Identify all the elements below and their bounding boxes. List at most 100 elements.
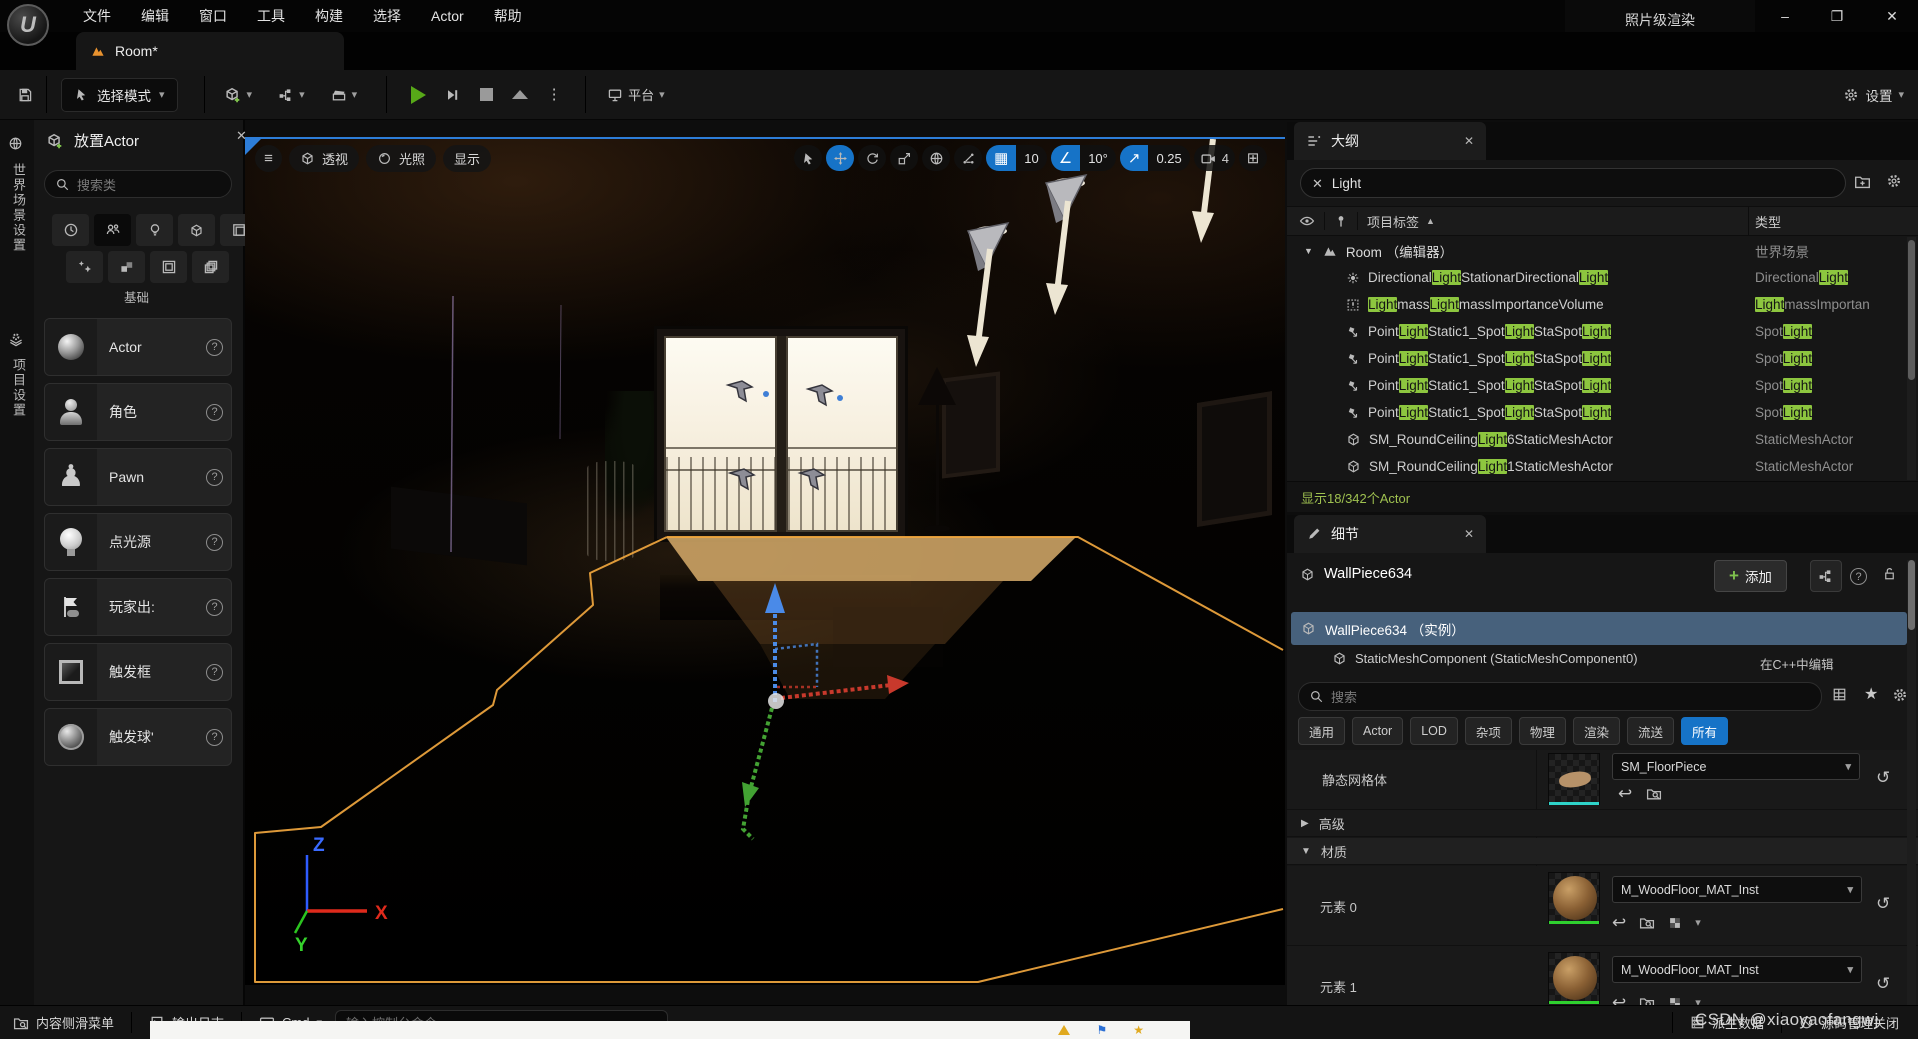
help-circle-icon[interactable]: ? xyxy=(206,664,223,681)
outliner-search-input[interactable]: ✕ Light xyxy=(1300,168,1846,198)
chevron-down-icon[interactable]: ▾ xyxy=(1695,996,1701,1005)
help-circle-icon[interactable]: ? xyxy=(206,404,223,421)
help-circle-icon[interactable]: ? xyxy=(206,599,223,616)
outliner-row-7[interactable]: SM_RoundCeilingLight1StaticMeshActor Sta… xyxy=(1290,453,1910,480)
details-settings-icon[interactable] xyxy=(1892,687,1908,703)
filter-chip-流送[interactable]: 流送 xyxy=(1627,717,1674,745)
select-tool-button[interactable] xyxy=(794,145,822,171)
category-all-button[interactable] xyxy=(192,251,229,283)
outliner-row-5[interactable]: PointLightStatic1_SpotLightStaSpotLight … xyxy=(1290,399,1910,426)
checker-icon[interactable] xyxy=(1668,996,1682,1006)
unreal-logo-icon[interactable]: U xyxy=(7,4,49,46)
help-circle-icon[interactable]: ? xyxy=(206,729,223,746)
details-scrollbar[interactable] xyxy=(1908,560,1915,630)
menu-item-3[interactable]: 工具 xyxy=(242,0,300,32)
angle-snap-value[interactable]: 10° xyxy=(1080,145,1116,171)
editor-mode-dropdown[interactable]: 选择模式 ▾ xyxy=(61,78,178,112)
play-options-button[interactable]: ⋮ xyxy=(537,78,571,112)
outliner-row-0[interactable]: DirectionalLightStationarDirectionalLigh… xyxy=(1290,264,1910,291)
scale-tool-button[interactable] xyxy=(890,145,918,171)
filter-chip-LOD[interactable]: LOD xyxy=(1410,717,1458,745)
settings-dropdown[interactable]: 设置 ▾ xyxy=(1843,85,1904,105)
caret-down-icon[interactable]: ▼ xyxy=(1304,246,1313,256)
content-drawer-button[interactable]: 内容侧滑菜单 xyxy=(0,1006,127,1039)
use-asset-icon[interactable]: ↩ xyxy=(1618,785,1632,802)
outliner-settings-icon[interactable] xyxy=(1886,173,1902,189)
category-basic-button[interactable] xyxy=(94,214,131,246)
menu-item-2[interactable]: 窗口 xyxy=(184,0,242,32)
details-tab[interactable]: 细节 ✕ xyxy=(1294,515,1486,553)
viewport-lit-dropdown[interactable]: 光照 xyxy=(366,145,436,172)
project-settings-icon[interactable] xyxy=(8,332,24,348)
add-actor-dropdown[interactable]: ▾ xyxy=(217,78,260,112)
project-settings-tab[interactable]: 项目设置 xyxy=(9,358,28,418)
pin-column-icon[interactable] xyxy=(1334,214,1348,228)
help-circle-icon[interactable]: ? xyxy=(206,534,223,551)
play-button[interactable] xyxy=(401,78,435,112)
use-asset-icon[interactable]: ↩ xyxy=(1612,914,1626,931)
type-column-header[interactable]: 类型 xyxy=(1755,212,1781,231)
category-recent-button[interactable] xyxy=(52,214,89,246)
rotate-tool-button[interactable] xyxy=(858,145,886,171)
filter-chip-物理[interactable]: 物理 xyxy=(1519,717,1566,745)
reset-icon[interactable]: ↺ xyxy=(1876,894,1890,914)
minimize-button[interactable]: – xyxy=(1760,0,1810,32)
outliner-row-4[interactable]: PointLightStatic1_SpotLightStaSpotLight … xyxy=(1290,372,1910,399)
filter-chip-杂项[interactable]: 杂项 xyxy=(1465,717,1512,745)
browse-icon[interactable] xyxy=(1639,915,1655,931)
frame-skip-button[interactable] xyxy=(435,78,469,112)
world-settings-icon[interactable] xyxy=(8,136,23,151)
outliner-row-6[interactable]: SM_RoundCeilingLight6StaticMeshActor Sta… xyxy=(1290,426,1910,453)
browse-icon[interactable] xyxy=(1646,786,1662,802)
category-shapes-button[interactable] xyxy=(178,214,215,246)
camera-speed-control[interactable]: 4 xyxy=(1194,145,1235,171)
advanced-row[interactable]: ▶ 高级 xyxy=(1287,810,1918,837)
component-tree-selected-row[interactable]: WallPiece634 （实例） xyxy=(1291,612,1907,645)
quad-view-button[interactable]: ⊞ xyxy=(1239,145,1267,171)
viewport-menu-button[interactable]: ≡ xyxy=(255,145,282,172)
outliner-tab[interactable]: 大纲 ✕ xyxy=(1294,122,1486,160)
move-tool-button[interactable] xyxy=(826,145,854,171)
scale-snap-value[interactable]: 0.25 xyxy=(1148,145,1189,171)
viewport-show-dropdown[interactable]: 显示 xyxy=(443,145,491,172)
filter-chip-通用[interactable]: 通用 xyxy=(1298,717,1345,745)
reset-icon[interactable]: ↺ xyxy=(1876,768,1890,788)
outliner-row-1[interactable]: LightmassLightmassImportanceVolume Light… xyxy=(1290,291,1910,318)
scale-snap-control[interactable]: ↗ 0.25 xyxy=(1120,145,1190,171)
eye-column-icon[interactable] xyxy=(1299,213,1315,229)
add-folder-icon[interactable] xyxy=(1854,173,1871,190)
category-volumes-button[interactable] xyxy=(150,251,187,283)
chevron-down-icon[interactable]: ▾ xyxy=(1695,916,1701,929)
static-mesh-dropdown[interactable]: SM_FloorPiece▾ xyxy=(1612,753,1860,780)
use-asset-icon[interactable]: ↩ xyxy=(1612,994,1626,1005)
materials-row[interactable]: ▼ 材质 xyxy=(1287,838,1918,865)
outliner-row-2[interactable]: PointLightStatic1_SpotLightStaSpotLight … xyxy=(1290,318,1910,345)
platforms-dropdown[interactable]: 平台 ▾ xyxy=(600,78,672,112)
menu-item-7[interactable]: 帮助 xyxy=(479,0,537,32)
place-item-角色[interactable]: 角色 ? xyxy=(44,383,232,441)
blueprint-convert-button[interactable] xyxy=(1810,560,1842,592)
save-button[interactable] xyxy=(8,78,42,112)
place-item-触发框[interactable]: 触发框 ? xyxy=(44,643,232,701)
grid-snap-control[interactable]: ▦ 10 xyxy=(986,145,1047,171)
outliner-close-icon[interactable]: ✕ xyxy=(1464,134,1474,148)
close-button[interactable]: ✕ xyxy=(1866,0,1918,32)
material-thumbnail[interactable] xyxy=(1548,872,1600,924)
world-space-button[interactable] xyxy=(922,145,950,171)
add-component-button[interactable]: + 添加 xyxy=(1714,560,1787,592)
filter-chip-所有[interactable]: 所有 xyxy=(1681,717,1728,745)
viewport-perspective-dropdown[interactable]: 透视 xyxy=(289,145,359,172)
outliner-row-3[interactable]: PointLightStatic1_SpotLightStaSpotLight … xyxy=(1290,345,1910,372)
grid-snap-value[interactable]: 10 xyxy=(1016,145,1046,171)
angle-snap-control[interactable]: ∠ 10° xyxy=(1051,145,1116,171)
category-lights-button[interactable] xyxy=(136,214,173,246)
display-filter-icon[interactable] xyxy=(1832,687,1847,702)
favorites-star-icon[interactable]: ★ xyxy=(1864,684,1878,704)
category-geometry-button[interactable] xyxy=(108,251,145,283)
surface-snap-button[interactable] xyxy=(954,145,982,171)
place-search-input[interactable]: 搜索类 xyxy=(44,170,232,198)
place-item-Actor[interactable]: Actor ? xyxy=(44,318,232,376)
help-icon[interactable]: ? xyxy=(1850,568,1867,585)
level-tab-room[interactable]: Room* xyxy=(76,32,344,70)
filter-chip-Actor[interactable]: Actor xyxy=(1352,717,1403,745)
